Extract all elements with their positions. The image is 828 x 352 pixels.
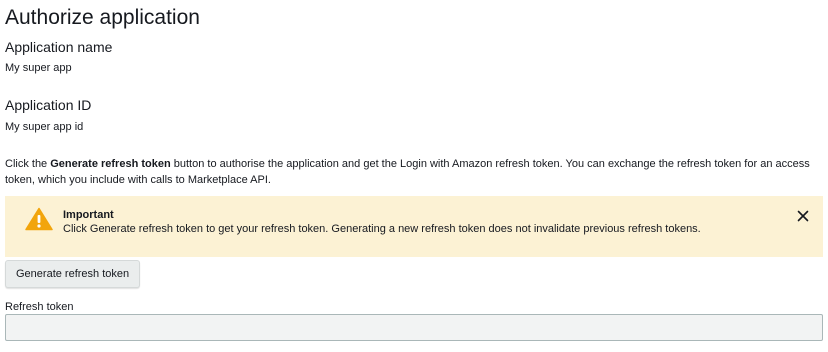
application-id-label: Application ID xyxy=(5,97,92,113)
close-icon[interactable] xyxy=(797,209,809,222)
generate-refresh-token-button[interactable]: Generate refresh token xyxy=(5,260,141,288)
alert-message: Click Generate refresh token to get your… xyxy=(63,223,701,235)
application-name-value: My super app xyxy=(5,62,72,74)
warning-icon xyxy=(25,207,53,231)
application-name-label: Application name xyxy=(5,39,113,55)
description-button-reference: Generate refresh token xyxy=(50,158,171,170)
description-prefix: Click the xyxy=(5,158,51,170)
refresh-token-field[interactable] xyxy=(5,314,823,341)
description-text: Click the Generate refresh token button … xyxy=(5,156,815,188)
application-id-value: My super app id xyxy=(5,121,84,133)
important-alert: Important Click Generate refresh token t… xyxy=(5,196,823,257)
alert-title: Important xyxy=(63,209,114,221)
refresh-token-label: Refresh token xyxy=(5,301,74,313)
page-title: Authorize application xyxy=(5,6,200,29)
